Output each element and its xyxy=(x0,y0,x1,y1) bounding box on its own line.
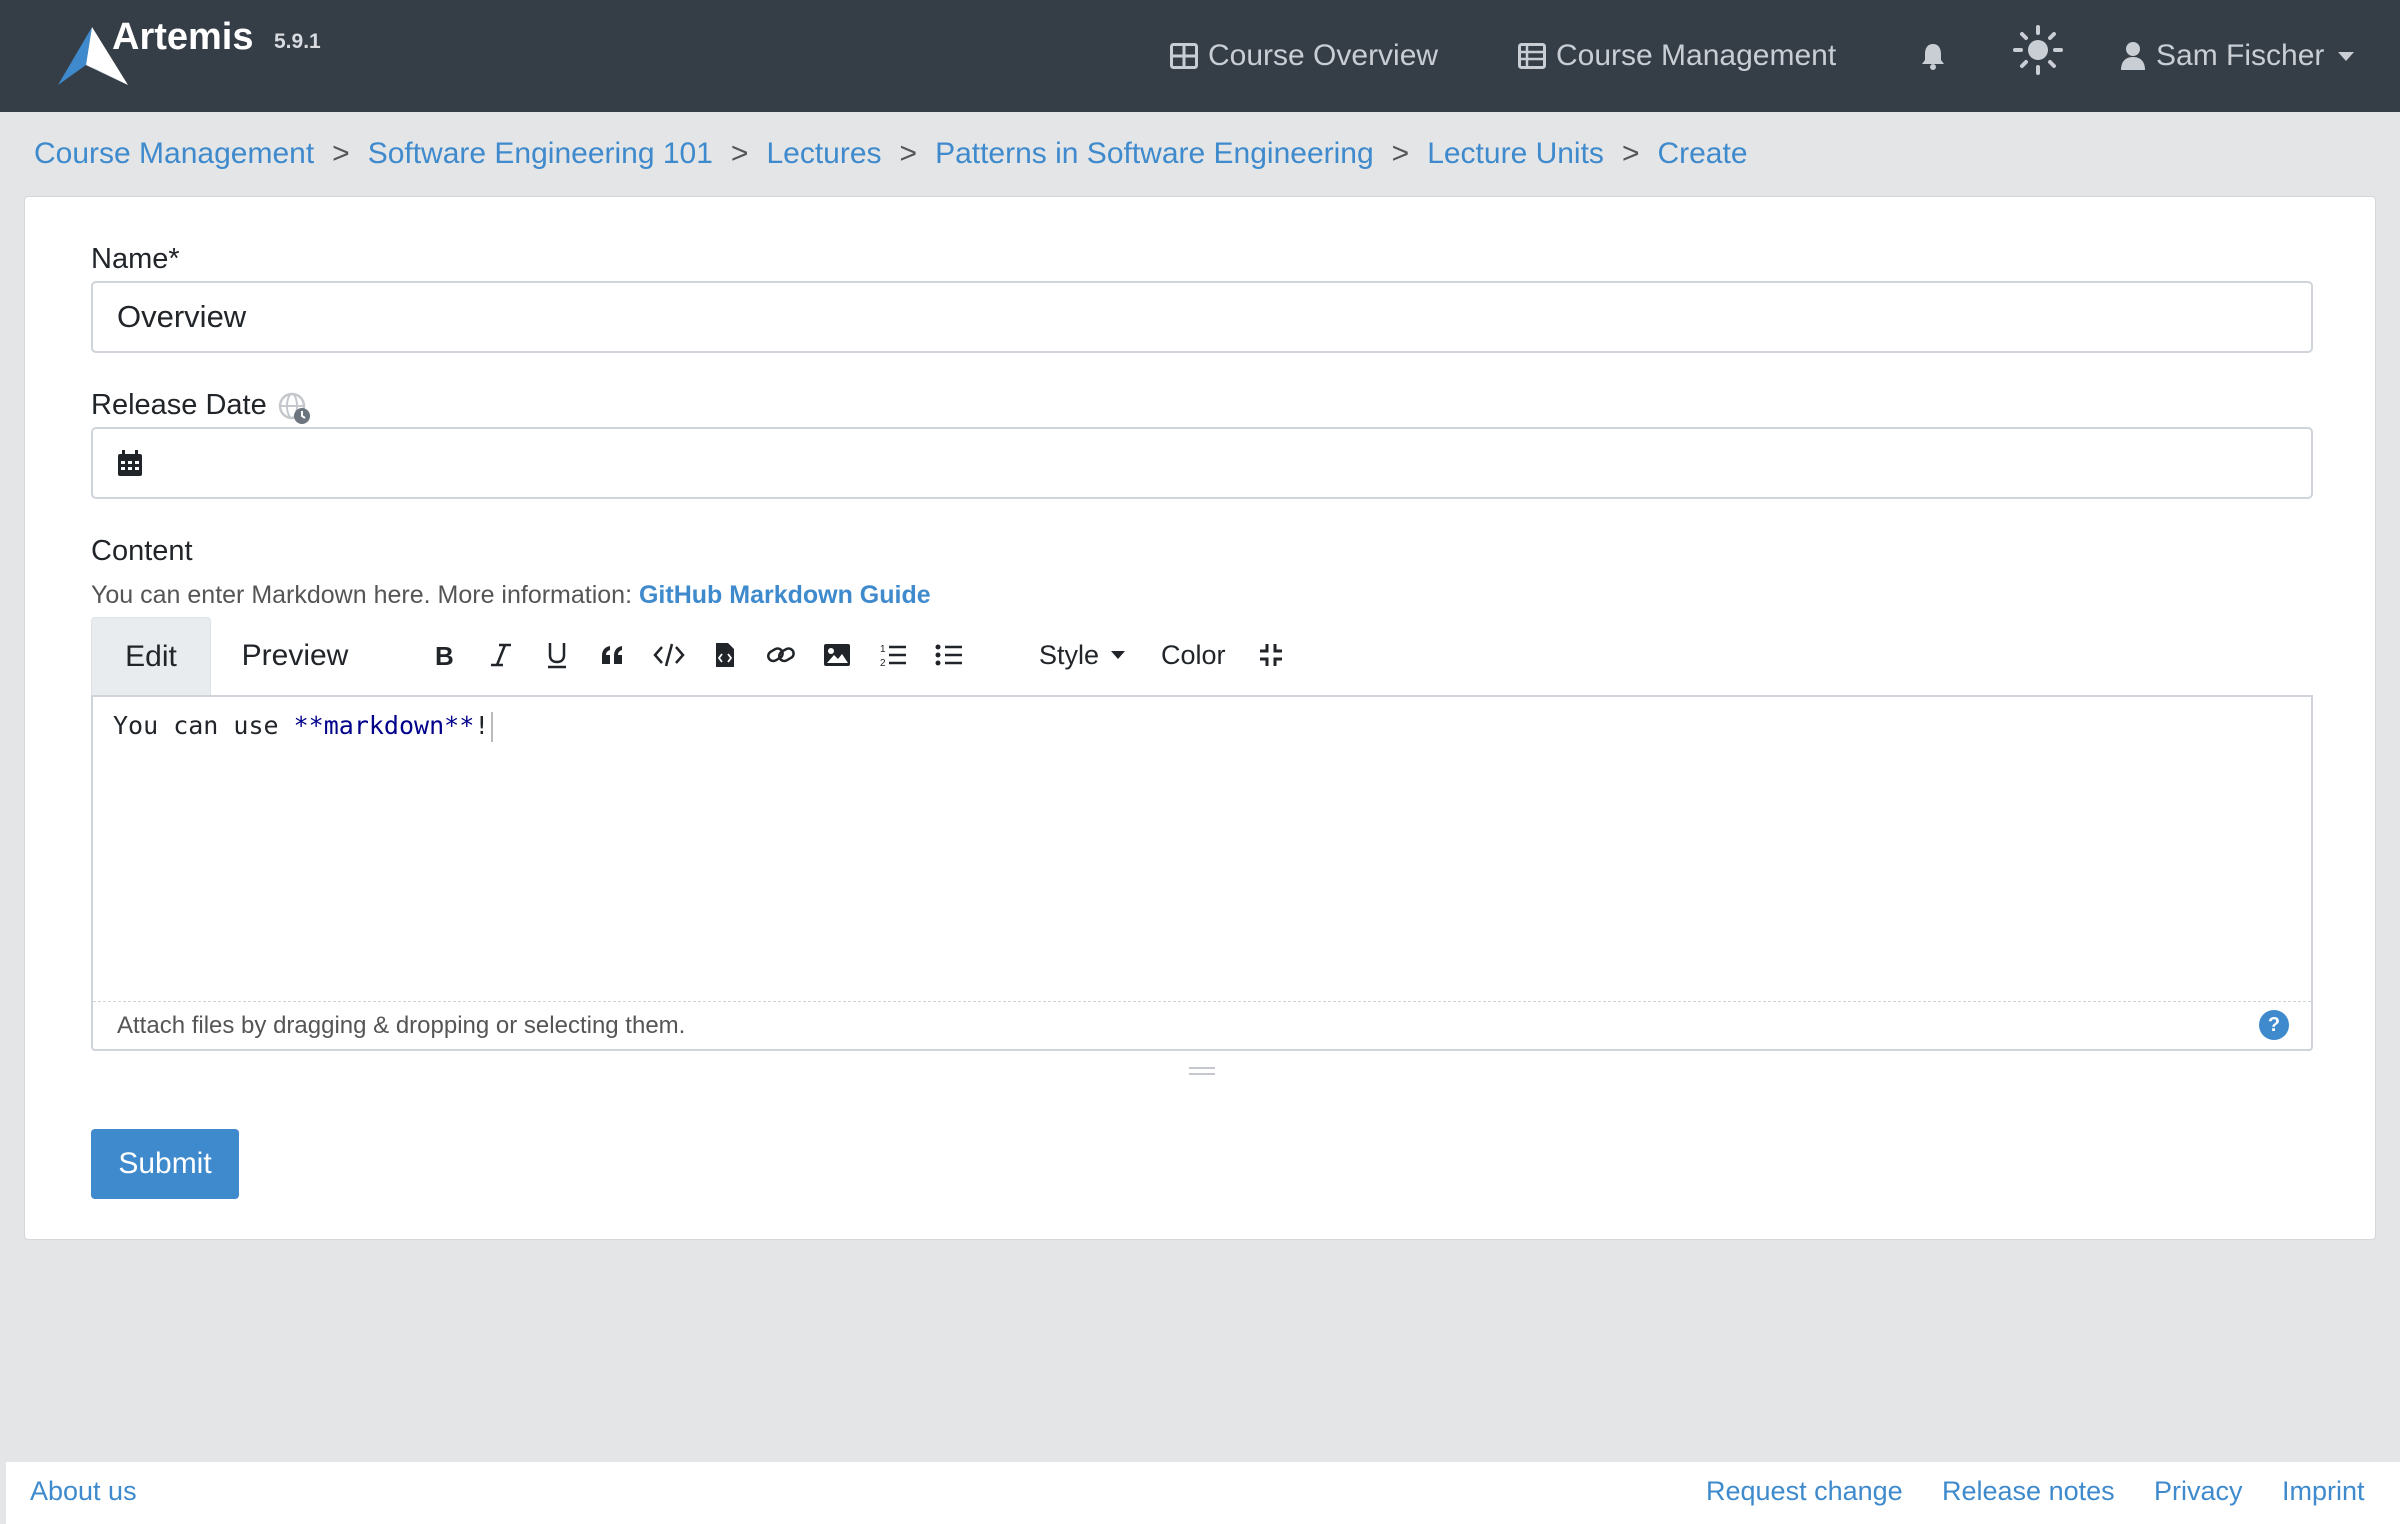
help-icon[interactable]: ? xyxy=(2259,1010,2289,1040)
quote-button[interactable] xyxy=(593,635,633,675)
markdown-editor-toolbar: Edit Preview B 12 Style Color xyxy=(91,617,2313,695)
content-label: Content xyxy=(91,535,193,567)
fullscreen-toggle-button[interactable] xyxy=(1251,635,1291,675)
text-cursor xyxy=(491,712,494,742)
style-dropdown-label: Style xyxy=(1039,639,1100,670)
app-name[interactable]: Artemis xyxy=(112,16,254,59)
underline-button[interactable] xyxy=(537,635,577,675)
chevron-down-icon xyxy=(2338,51,2355,61)
timezone-globe-icon[interactable] xyxy=(277,391,313,427)
breadcrumb-course[interactable]: Software Engineering 101 xyxy=(368,137,713,171)
breadcrumb-lectures[interactable]: Lectures xyxy=(766,137,881,171)
unordered-list-button[interactable] xyxy=(929,635,969,675)
name-input-value: Overview xyxy=(117,299,247,334)
breadcrumb-separator: > xyxy=(1391,137,1410,170)
image-button[interactable] xyxy=(817,635,857,675)
italic-icon xyxy=(491,643,511,667)
top-navbar: Artemis 5.9.1 Course Overview Course Man… xyxy=(0,0,2400,112)
release-date-input[interactable] xyxy=(91,427,2313,499)
style-dropdown[interactable]: Style xyxy=(1039,635,1126,675)
sun-icon xyxy=(2013,25,2063,75)
footer-imprint-link[interactable]: Imprint xyxy=(2282,1476,2365,1507)
fullscreen-exit-icon xyxy=(1260,644,1282,666)
editor-markdown-bold: **markdown** xyxy=(293,711,475,740)
breadcrumb: Course Management > Software Engineering… xyxy=(34,132,1748,176)
breadcrumb-create[interactable]: Create xyxy=(1657,137,1747,171)
link-button[interactable] xyxy=(761,635,801,675)
color-button-label: Color xyxy=(1161,639,1226,670)
footer-privacy-link[interactable]: Privacy xyxy=(2154,1476,2243,1507)
footer-release-notes-link[interactable]: Release notes xyxy=(1942,1476,2115,1507)
footer-request-change-link[interactable]: Request change xyxy=(1706,1476,1903,1507)
bold-icon: B xyxy=(435,642,454,668)
code-block-button[interactable] xyxy=(705,635,745,675)
release-date-label: Release Date xyxy=(91,389,267,421)
calendar-icon[interactable] xyxy=(117,449,143,477)
code-block-icon xyxy=(716,643,734,667)
markdown-help-text-body: You can enter Markdown here. More inform… xyxy=(91,581,639,609)
grid-icon xyxy=(1170,43,1198,69)
unordered-list-icon xyxy=(935,644,962,666)
ordered-list-button[interactable]: 12 xyxy=(873,635,913,675)
name-label: Name* xyxy=(91,243,180,275)
theme-toggle[interactable] xyxy=(2012,25,2074,75)
markdown-editor[interactable]: You can use **markdown**! Attach files b… xyxy=(91,695,2313,1051)
code-button[interactable] xyxy=(649,635,689,675)
breadcrumb-course-management[interactable]: Course Management xyxy=(34,137,314,171)
bell-icon xyxy=(1922,44,1944,70)
submit-button[interactable]: Submit xyxy=(91,1129,239,1199)
color-button[interactable]: Color xyxy=(1161,635,1226,675)
chevron-down-icon xyxy=(1111,651,1126,659)
bold-button[interactable]: B xyxy=(425,635,465,675)
breadcrumb-separator: > xyxy=(1621,137,1640,170)
italic-button[interactable] xyxy=(481,635,521,675)
nav-course-overview[interactable]: Course Overview xyxy=(1170,34,1438,78)
nav-course-management[interactable]: Course Management xyxy=(1518,34,1836,78)
quote-icon xyxy=(602,646,622,664)
nav-course-overview-label: Course Overview xyxy=(1208,39,1439,72)
editor-resize-handle[interactable] xyxy=(1189,1067,1215,1079)
name-input[interactable]: Overview xyxy=(91,281,2313,353)
nav-course-management-label: Course Management xyxy=(1556,39,1837,72)
editor-content[interactable]: You can use **markdown**! xyxy=(113,711,494,742)
image-icon xyxy=(824,644,850,666)
page-footer: About us Request change Release notes Pr… xyxy=(6,1462,2400,1524)
breadcrumb-separator: > xyxy=(730,137,749,170)
breadcrumb-lecture[interactable]: Patterns in Software Engineering xyxy=(935,137,1374,171)
user-menu[interactable]: Sam Fischer xyxy=(2120,34,2355,78)
markdown-help-text: You can enter Markdown here. More inform… xyxy=(91,581,931,610)
attach-hint: Attach files by dragging & dropping or s… xyxy=(117,1011,686,1039)
breadcrumb-separator: > xyxy=(332,137,350,170)
svg-text:2: 2 xyxy=(880,658,886,668)
svg-text:1: 1 xyxy=(880,644,886,655)
tab-preview[interactable]: Preview xyxy=(215,617,375,695)
link-icon xyxy=(767,647,795,663)
notification-bell[interactable] xyxy=(1918,34,1958,78)
breadcrumb-lecture-units[interactable]: Lecture Units xyxy=(1427,137,1604,171)
underline-icon xyxy=(548,643,566,669)
github-markdown-guide-link[interactable]: GitHub Markdown Guide xyxy=(639,581,931,609)
lecture-unit-form-card: Name* Overview Release Date Content You … xyxy=(24,196,2376,1240)
code-icon xyxy=(653,643,685,667)
file-attach-area[interactable]: Attach files by dragging & dropping or s… xyxy=(93,1001,2311,1049)
editor-text-end: ! xyxy=(474,711,490,740)
app-version: 5.9.1 xyxy=(274,30,321,53)
table-list-icon xyxy=(1518,43,1546,69)
editor-plain-text: You can use xyxy=(113,711,294,740)
user-icon xyxy=(2121,42,2145,70)
footer-about-link[interactable]: About us xyxy=(30,1476,137,1507)
tab-edit[interactable]: Edit xyxy=(91,617,211,695)
breadcrumb-separator: > xyxy=(899,137,918,170)
user-name: Sam Fischer xyxy=(2156,39,2325,72)
ordered-list-icon: 12 xyxy=(880,644,906,668)
svg-text:B: B xyxy=(435,642,454,668)
